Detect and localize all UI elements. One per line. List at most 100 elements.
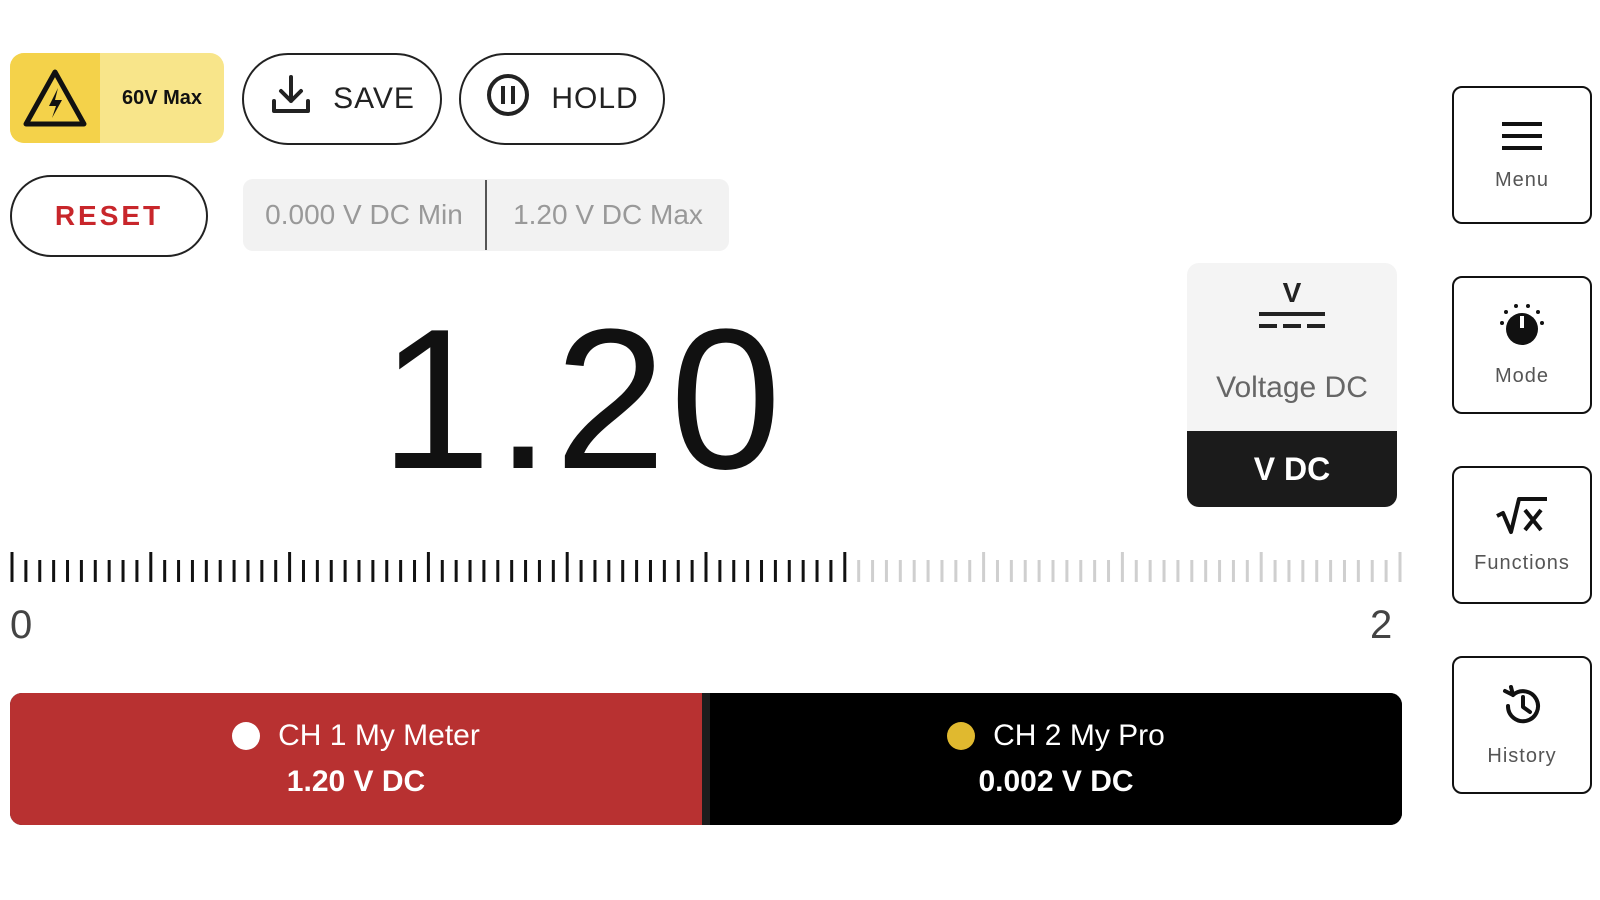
scale-tick	[232, 560, 236, 582]
save-label: SAVE	[333, 82, 415, 115]
voltage-limit-label: 60V Max	[121, 86, 203, 109]
download-icon	[269, 73, 313, 125]
scale-major-tick	[982, 552, 986, 582]
scale-tick	[537, 560, 541, 582]
save-button[interactable]: SAVE	[242, 53, 442, 145]
channel-2-indicator-dot	[947, 722, 976, 750]
voltage-limit-badge: 60V Max	[10, 53, 224, 143]
channel-1-tab[interactable]: CH 1 My Meter 1.20 V DC	[10, 693, 702, 825]
scale-tick	[468, 560, 472, 582]
menu-label: Menu	[1494, 168, 1550, 191]
scale-tick	[163, 560, 167, 582]
scale-tick	[218, 560, 222, 582]
scale-major-tick	[704, 552, 708, 582]
channel-2-value: 0.002 V DC	[978, 765, 1134, 798]
scale-tick	[912, 560, 916, 582]
scale-tick	[1231, 560, 1235, 582]
scale-tick	[746, 560, 750, 582]
scale-tick	[1051, 560, 1055, 582]
scale-major-tick	[565, 552, 569, 582]
scale-tick	[440, 560, 444, 582]
scale-tick	[968, 560, 972, 582]
scale-tick	[246, 560, 250, 582]
scale-tick	[1245, 560, 1249, 582]
channel-2-label: CH 2 My Pro	[993, 719, 1165, 752]
scale-tick	[940, 560, 944, 582]
scale-tick	[79, 560, 83, 582]
scale-tick	[1065, 560, 1069, 582]
functions-button[interactable]: Functions	[1452, 466, 1592, 604]
scale-tick	[1301, 560, 1305, 582]
high-voltage-warning-icon	[10, 53, 100, 143]
scale-tick	[871, 560, 875, 582]
scale-major-tick	[1120, 552, 1124, 582]
reset-button[interactable]: RESET	[10, 175, 208, 257]
scale-tick	[496, 560, 500, 582]
max-value: 1.20 V DC Max	[513, 199, 703, 230]
scale-tick	[787, 560, 791, 582]
scale-tick	[607, 560, 611, 582]
scale-tick	[621, 560, 625, 582]
scale-tick	[399, 560, 403, 582]
scale-major-tick	[1398, 552, 1402, 582]
scale-tick	[524, 560, 528, 582]
main-reading: 1.20	[380, 288, 786, 511]
scale-tick	[884, 560, 888, 582]
history-button[interactable]: History	[1452, 656, 1592, 794]
scale-tick	[413, 560, 417, 582]
functions-label: Functions	[1474, 551, 1570, 574]
scale-tick	[385, 560, 389, 582]
scale-tick	[66, 560, 70, 582]
scale-tick	[760, 560, 764, 582]
scale-tick	[898, 560, 902, 582]
menu-button[interactable]: Menu	[1452, 86, 1592, 224]
scale-tick	[926, 560, 930, 582]
scale-tick	[1204, 560, 1208, 582]
scale-tick	[1384, 560, 1388, 582]
scale-tick	[24, 560, 28, 582]
scale-tick	[343, 560, 347, 582]
scale-tick	[135, 560, 139, 582]
hold-button[interactable]: HOLD	[459, 53, 665, 145]
scale-tick	[1023, 560, 1027, 582]
scale-tick	[1009, 560, 1013, 582]
hold-label: HOLD	[551, 82, 639, 115]
channel-bar: CH 1 My Meter 1.20 V DC CH 2 My Pro 0.00…	[10, 693, 1402, 825]
scale-tick	[815, 560, 819, 582]
channel-1-value: 1.20 V DC	[286, 765, 426, 798]
scale-tick	[1287, 560, 1291, 582]
analog-scale	[10, 552, 1402, 582]
scale-major-tick	[426, 552, 430, 582]
scale-tick	[1162, 560, 1166, 582]
scale-tick	[204, 560, 208, 582]
scale-tick	[1342, 560, 1346, 582]
scale-tick	[371, 560, 375, 582]
scale-tick	[995, 560, 999, 582]
scale-min-label: 0	[10, 603, 33, 647]
history-label: History	[1487, 744, 1557, 767]
scale-tick	[177, 560, 181, 582]
scale-tick	[1273, 560, 1277, 582]
scale-major-tick	[149, 552, 153, 582]
channel-2-tab[interactable]: CH 2 My Pro 0.002 V DC	[702, 693, 1402, 825]
scale-tick	[274, 560, 278, 582]
scale-tick	[482, 560, 486, 582]
scale-tick	[107, 560, 111, 582]
mode-button[interactable]: Mode	[1452, 276, 1592, 414]
scale-tick	[190, 560, 194, 582]
scale-tick	[1218, 560, 1222, 582]
channel-1-indicator-dot	[232, 722, 261, 750]
scale-major-tick	[1259, 552, 1263, 582]
mode-unit: V DC	[1187, 431, 1397, 507]
measurement-mode-card[interactable]: V Voltage DC V DC	[1187, 263, 1397, 507]
scale-tick	[93, 560, 97, 582]
scale-tick	[579, 560, 583, 582]
scale-tick	[329, 560, 333, 582]
scale-tick	[857, 560, 861, 582]
scale-tick	[690, 560, 694, 582]
scale-tick	[1037, 560, 1041, 582]
scale-tick	[593, 560, 597, 582]
scale-tick	[1079, 560, 1083, 582]
scale-tick	[718, 560, 722, 582]
scale-tick	[1356, 560, 1360, 582]
